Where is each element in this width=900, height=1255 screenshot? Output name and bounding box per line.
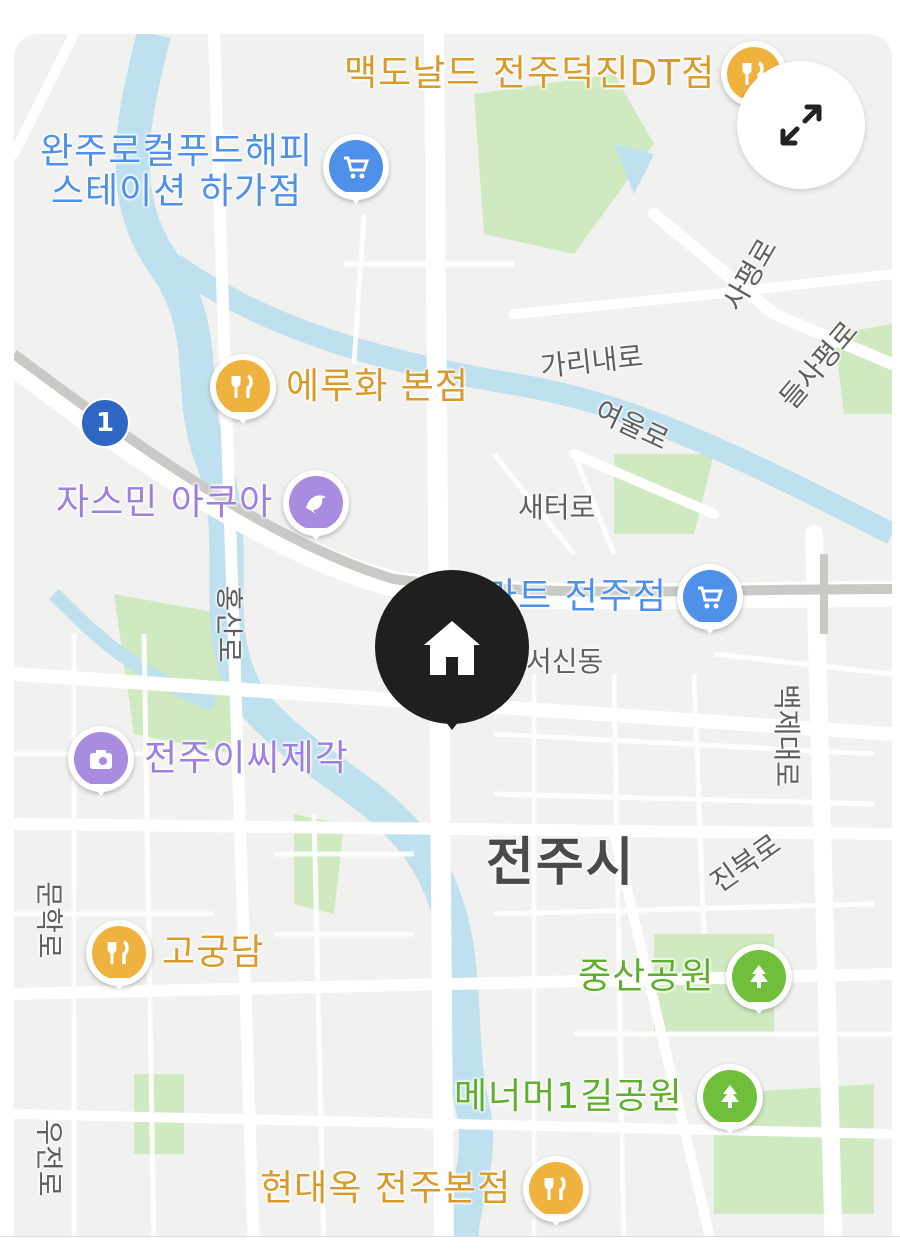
poi-mcdonalds[interactable]: 맥도날드 전주덕진DT점 [344, 41, 788, 111]
poi-label: 고궁담 [162, 932, 265, 973]
expand-map-button[interactable] [737, 61, 865, 189]
dolphin-icon [306, 495, 327, 514]
expand-icon [780, 104, 822, 146]
poi-label: 자스민 아쿠아 [56, 482, 274, 523]
bottom-edge [0, 1236, 900, 1255]
poi-pin [322, 134, 389, 204]
poi-label: 에루화 본점 [286, 366, 470, 407]
road-label: 홍산로 [212, 585, 246, 663]
tree-icon [750, 965, 769, 988]
poi-pin [210, 354, 276, 424]
current-location-marker[interactable] [375, 570, 529, 730]
road-label: 백제대로 [770, 684, 803, 788]
route-badge: 1 [80, 398, 130, 448]
poi-pin [86, 920, 152, 990]
poi-label: 메너머1길공원 [454, 1076, 683, 1117]
poi-gogungdam[interactable]: 고궁담 [86, 920, 265, 990]
poi-label: 완주로컬푸드해피 스테이션 하가점 [40, 131, 313, 212]
poi-pin [68, 726, 134, 796]
cart-icon [343, 156, 370, 179]
fork-knife-icon [107, 940, 129, 964]
poi-label: 현대옥 전주본점 [260, 1168, 512, 1209]
poi-pin [523, 1156, 590, 1226]
poi-label: 전주이씨제각 [144, 738, 349, 779]
poi-jungsan-park[interactable]: 중산공원 [578, 944, 793, 1014]
road-label: 새터로 [518, 491, 596, 524]
poi-pin [696, 1064, 763, 1134]
tree-icon [720, 1085, 739, 1108]
poi-label: 맥도날드 전주덕진DT점 [344, 53, 716, 94]
poi-hyundaeok[interactable]: 현대옥 전주본점 [260, 1156, 590, 1226]
poi-wanju-localfood[interactable]: 완주로컬푸드해피 스테이션 하가점 [40, 132, 389, 212]
road-label: 우전로 [32, 1119, 66, 1197]
road-label: 문학로 [32, 881, 66, 959]
poi-pin [283, 470, 350, 540]
poi-jeonju-lee-jegak[interactable]: 전주이씨제각 [68, 726, 349, 796]
fork-knife-icon [231, 374, 253, 398]
camera-icon [90, 750, 112, 769]
city-label: 전주시 [486, 833, 636, 893]
map-view[interactable]: 1 맥도날드 전주덕진DT점 완주로컬푸드해피 스테이션 하가점 에루화 본점 … [14, 34, 892, 1254]
poi-menermeo-park[interactable]: 메너머1길공원 [454, 1064, 763, 1134]
poi-jasmine-aqua[interactable]: 자스민 아쿠아 [56, 470, 350, 540]
poi-pin [677, 564, 744, 634]
home-icon [424, 621, 480, 675]
cart-icon [698, 586, 724, 609]
poi-pin [726, 944, 793, 1014]
poi-eruhwa[interactable]: 에루화 본점 [210, 354, 470, 424]
fork-knife-icon [544, 1176, 567, 1200]
poi-label: 중산공원 [578, 956, 715, 997]
road-label: 서신동 [526, 645, 604, 678]
